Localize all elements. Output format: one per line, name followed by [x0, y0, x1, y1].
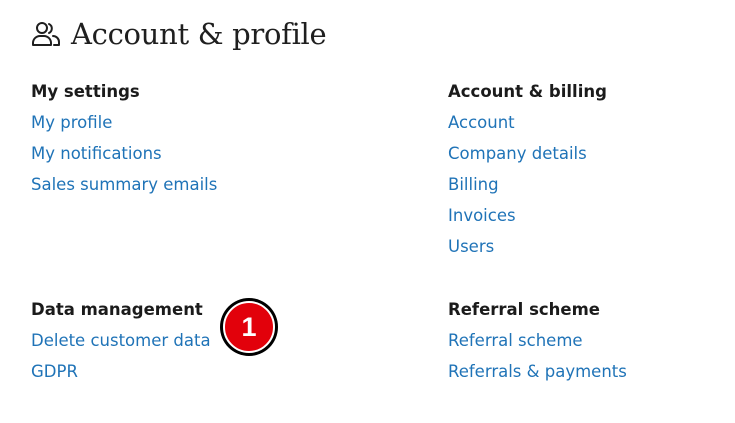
section-heading-my-settings: My settings: [31, 82, 140, 101]
link-sales-summary-emails[interactable]: Sales summary emails: [31, 175, 217, 194]
section-heading-referral-scheme: Referral scheme: [448, 300, 600, 319]
section-my-settings: My settings My profile My notifications …: [31, 76, 291, 200]
list-item: Account: [448, 107, 708, 138]
link-my-profile[interactable]: My profile: [31, 113, 112, 132]
link-users[interactable]: Users: [448, 237, 494, 256]
link-company-details[interactable]: Company details: [448, 144, 587, 163]
list-item: Billing: [448, 169, 708, 200]
list-item: Referrals & payments: [448, 356, 708, 387]
list-item: My profile: [31, 107, 291, 138]
list-item: Company details: [448, 138, 708, 169]
step-marker-badge: 1: [220, 298, 278, 356]
section-referral-scheme: Referral scheme Referral scheme Referral…: [448, 294, 708, 387]
link-account[interactable]: Account: [448, 113, 515, 132]
section-account-billing: Account & billing Account Company detail…: [448, 76, 708, 262]
page-header: Account & profile: [31, 12, 327, 56]
list-item: Invoices: [448, 200, 708, 231]
link-billing[interactable]: Billing: [448, 175, 499, 194]
users-icon: [31, 19, 61, 49]
list-item: Referral scheme: [448, 325, 708, 356]
link-gdpr[interactable]: GDPR: [31, 362, 78, 381]
link-my-notifications[interactable]: My notifications: [31, 144, 162, 163]
referral-scheme-links: Referral scheme Referrals & payments: [448, 325, 708, 387]
list-item: Sales summary emails: [31, 169, 291, 200]
step-number: 1: [223, 301, 275, 353]
link-invoices[interactable]: Invoices: [448, 206, 516, 225]
section-heading-account-billing: Account & billing: [448, 82, 607, 101]
list-item: Users: [448, 231, 708, 262]
link-referrals-payments[interactable]: Referrals & payments: [448, 362, 627, 381]
my-settings-links: My profile My notifications Sales summar…: [31, 107, 291, 200]
link-referral-scheme[interactable]: Referral scheme: [448, 331, 583, 350]
list-item: GDPR: [31, 356, 291, 387]
list-item: My notifications: [31, 138, 291, 169]
link-delete-customer-data[interactable]: Delete customer data: [31, 331, 211, 350]
account-billing-links: Account Company details Billing Invoices…: [448, 107, 708, 262]
page-title: Account & profile: [71, 17, 327, 51]
